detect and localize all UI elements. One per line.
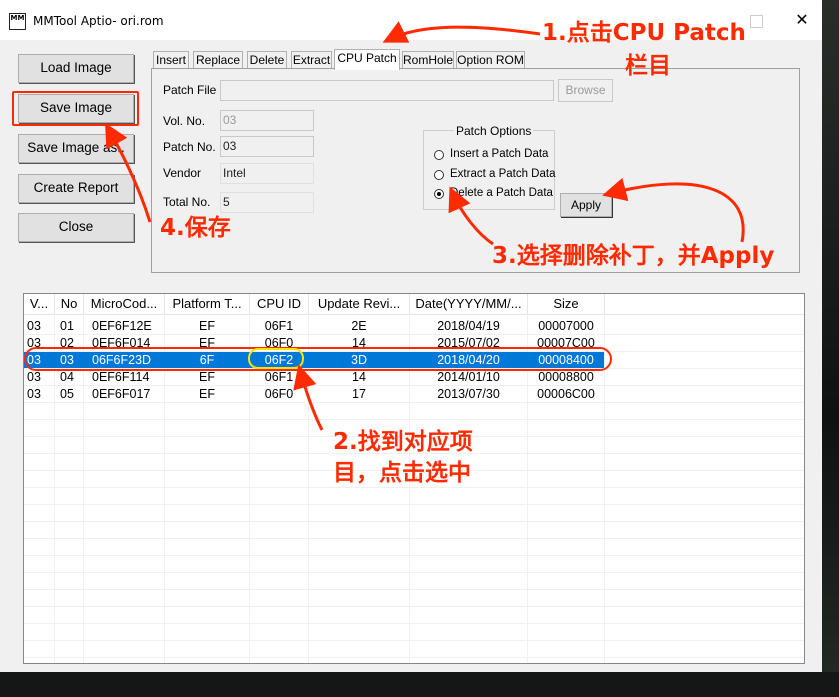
vol-no-label: Vol. No. xyxy=(163,114,206,128)
radio-insert-patch[interactable] xyxy=(434,150,444,160)
radio-extract-patch[interactable] xyxy=(434,170,444,180)
table-cell: 06F0 xyxy=(264,387,294,401)
annotation-step1-line2: 栏目 xyxy=(625,53,671,79)
annotation-step4: 4.保存 xyxy=(160,215,231,241)
table-cell: EF xyxy=(199,319,215,333)
column-header-date[interactable]: Date(YYYY/MM/... xyxy=(410,294,528,314)
column-header-microcode[interactable]: MicroCod... xyxy=(84,294,165,314)
maximize-icon[interactable] xyxy=(750,15,763,28)
annotation-step3: 3.选择删除补丁，并Apply xyxy=(492,243,775,269)
grid-line xyxy=(24,402,804,403)
tab-replace[interactable]: Replace xyxy=(193,51,243,69)
table-row[interactable]: 03 05 0EF6F017 EF 06F0 17 2013/07/30 00006C00 xyxy=(24,386,604,402)
table-cell: 0EF6F12E xyxy=(92,319,152,333)
table-cell: 14 xyxy=(352,370,366,384)
tab-delete[interactable]: Delete xyxy=(247,51,287,69)
table-cell: 03 xyxy=(27,387,41,401)
cpu-id-highlight xyxy=(248,348,304,369)
table-header: V... No MicroCod... Platform T... CPU ID… xyxy=(24,294,804,315)
tab-romhole[interactable]: RomHole xyxy=(402,51,454,69)
column-header-size[interactable]: Size xyxy=(528,294,605,314)
grid-line xyxy=(24,538,804,539)
grid-line xyxy=(24,589,804,590)
vendor-field: Intel xyxy=(220,163,314,184)
table-cell: 2E xyxy=(351,319,367,333)
annotation-step2-line1: 2.找到对应项 xyxy=(333,429,473,455)
table-cell: EF xyxy=(199,387,215,401)
table-cell: 06F1 xyxy=(264,370,294,384)
tab-extract[interactable]: Extract xyxy=(291,51,332,69)
apply-button[interactable]: Apply xyxy=(560,193,612,217)
grid-line xyxy=(24,419,804,420)
vol-no-field: 03 xyxy=(220,110,314,131)
column-header-platform[interactable]: Platform T... xyxy=(165,294,250,314)
patch-options-title: Patch Options xyxy=(454,124,534,138)
close-icon[interactable]: ✕ xyxy=(794,12,810,28)
create-report-button[interactable]: Create Report xyxy=(18,174,134,203)
column-header-no[interactable]: No xyxy=(55,294,84,314)
table-row[interactable]: 03 01 0EF6F12E EF 06F1 2E 2018/04/19 00007000 xyxy=(24,318,604,334)
radio-delete-patch[interactable] xyxy=(434,189,444,199)
annotation-step2-line2: 目，点击选中 xyxy=(333,460,471,486)
radio-insert-patch-label[interactable]: Insert a Patch Data xyxy=(450,148,548,160)
grid-line xyxy=(24,606,804,607)
patch-no-label: Patch No. xyxy=(163,140,216,154)
table-cell: 00007000 xyxy=(538,319,594,333)
grid-line xyxy=(24,572,804,573)
total-no-label: Total No. xyxy=(163,195,211,209)
table-cell: 04 xyxy=(60,370,74,384)
grid-line xyxy=(24,623,804,624)
table-cell: 05 xyxy=(60,387,74,401)
window-title: MMTool Aptio- ori.rom xyxy=(33,14,164,28)
column-header-update-revision[interactable]: Update Revi... xyxy=(309,294,410,314)
table-cell: 00006C00 xyxy=(537,387,595,401)
patch-file-field[interactable] xyxy=(220,80,554,101)
table-cell: 0EF6F114 xyxy=(92,370,150,384)
close-button[interactable]: Close xyxy=(18,213,134,242)
table-cell: 2013/07/30 xyxy=(437,387,500,401)
grid-line xyxy=(24,657,804,658)
table-cell: EF xyxy=(199,370,215,384)
patch-no-field: 03 xyxy=(220,136,314,157)
total-no-field: 5 xyxy=(220,192,314,213)
column-header-vol[interactable]: V... xyxy=(24,294,55,314)
table-row[interactable]: 03 04 0EF6F114 EF 06F1 14 2014/01/10 00008800 xyxy=(24,369,604,385)
annotation-step1-line1: 1.点击CPU Patch xyxy=(542,20,746,46)
save-image-as-button[interactable]: Save Image as.. xyxy=(18,134,134,163)
grid-line xyxy=(24,521,804,522)
table-cell: 00008800 xyxy=(538,370,594,384)
table-cell: 17 xyxy=(352,387,366,401)
radio-delete-patch-label[interactable]: Delete a Patch Data xyxy=(450,187,553,199)
vendor-label: Vendor xyxy=(163,166,202,180)
tab-option-rom[interactable]: Option ROM xyxy=(456,51,525,69)
table-cell: 03 xyxy=(27,370,41,384)
grid-line xyxy=(24,640,804,641)
grid-line xyxy=(24,504,804,505)
radio-extract-patch-label[interactable]: Extract a Patch Data xyxy=(450,168,555,180)
selected-row-highlight xyxy=(24,347,612,371)
desktop-background xyxy=(819,0,839,697)
tab-cpu-patch[interactable]: CPU Patch xyxy=(334,49,400,70)
tab-insert[interactable]: Insert xyxy=(153,51,189,69)
column-header-cpu-id[interactable]: CPU ID xyxy=(250,294,309,314)
save-image-highlight xyxy=(12,91,139,126)
grid-line xyxy=(24,555,804,556)
table-cell: 2018/04/19 xyxy=(437,319,500,333)
desktop-background-bottom xyxy=(0,672,839,697)
table-cell: 0EF6F017 xyxy=(92,387,151,401)
table-cell: 03 xyxy=(27,319,41,333)
table-cell: 2014/01/10 xyxy=(437,370,500,384)
table-cell: 06F1 xyxy=(264,319,294,333)
patch-file-label: Patch File xyxy=(163,83,217,97)
table-cell: 01 xyxy=(60,319,74,333)
browse-button[interactable]: Browse xyxy=(558,79,613,102)
load-image-button[interactable]: Load Image xyxy=(18,54,134,83)
app-icon: MM xyxy=(9,13,26,30)
